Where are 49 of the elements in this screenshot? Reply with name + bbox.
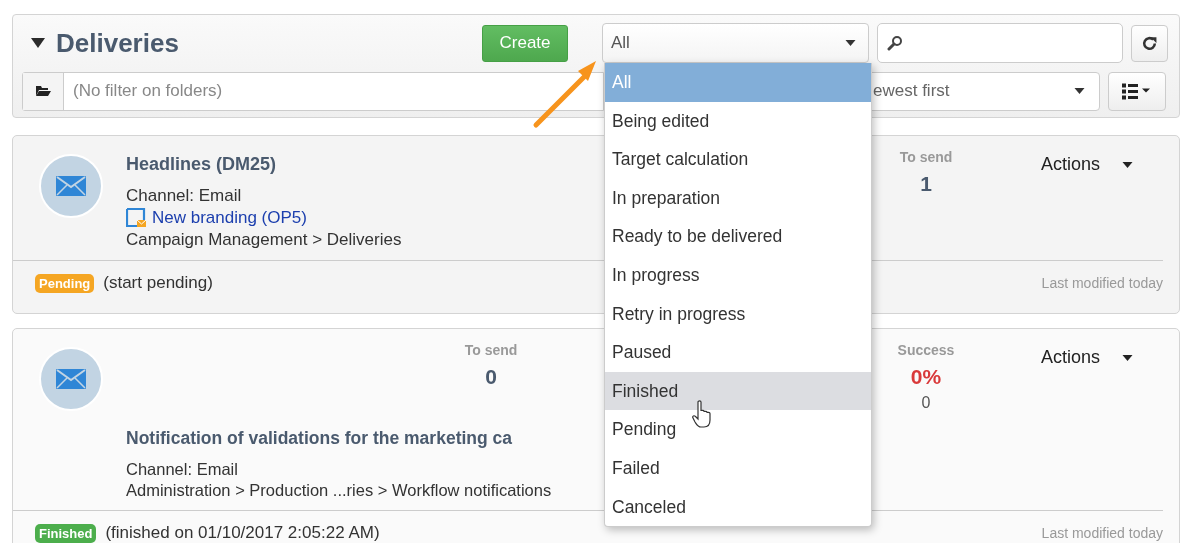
channel-label: Channel: Email [126,459,238,480]
refresh-button[interactable] [1131,24,1168,62]
hand-cursor-icon [692,400,712,428]
delivery-title[interactable]: Notification of validations for the marketing ca [126,427,513,449]
stat-label: Success [897,341,955,359]
status-note: (finished on 01/10/2017 2:05:22 AM) [105,523,380,543]
status-option[interactable]: Retry in progress [605,294,871,334]
stat-value: 0% [910,364,942,390]
stat-label: To send [464,341,518,359]
folder-path: Administration > Production ...ries > Workflow notifications [126,480,552,501]
status-option[interactable]: Failed [605,448,871,488]
status-option[interactable]: In preparation [605,178,871,218]
status-badge: Pending [35,273,95,293]
campaign-link[interactable]: New branding (OP5) [152,208,307,228]
status-select[interactable]: All [602,23,869,63]
actions-menu-button[interactable]: Actions [1041,154,1133,175]
actions-menu-button[interactable]: Actions [1041,347,1133,368]
caret-icon [1074,88,1085,94]
last-modified-label: Last modified today [1041,525,1163,541]
channel-label: Channel: Email [126,185,242,207]
stat-label: To send [899,148,953,166]
view-menu-button[interactable] [1108,71,1166,111]
caret-icon [1122,161,1133,168]
last-modified-label: Last modified today [1041,275,1163,291]
status-option[interactable]: Pending [605,410,871,449]
status-option[interactable]: Target calculation [605,140,871,179]
status-option[interactable]: In progress [605,255,871,295]
campaign-icon [126,208,146,228]
stat-value: 1 [920,171,932,197]
caret-icon [1122,354,1133,361]
folder-icon [35,85,51,97]
refresh-icon [1141,34,1158,52]
status-option[interactable]: Canceled [605,487,871,527]
status-option[interactable]: Finished [605,371,871,411]
page-title: Deliveries [56,27,179,59]
status-note: (start pending) [103,273,213,293]
status-option[interactable]: Being edited [605,101,871,141]
folder-filter-field[interactable]: (No filter on folders) [22,71,604,111]
stat-value: 0 [485,364,497,390]
search-icon [887,35,903,51]
stat-count: 0 [921,393,931,413]
status-option[interactable]: Paused [605,333,871,372]
caret-icon [845,40,856,46]
status-badge: Finished [35,523,97,543]
folder-path: Campaign Management > Deliveries [126,229,402,251]
search-field[interactable] [877,23,1123,63]
status-option[interactable]: Ready to be delivered [605,217,871,256]
delivery-title[interactable]: Headlines (DM25) [126,153,277,175]
list-view-icon [1122,82,1152,100]
